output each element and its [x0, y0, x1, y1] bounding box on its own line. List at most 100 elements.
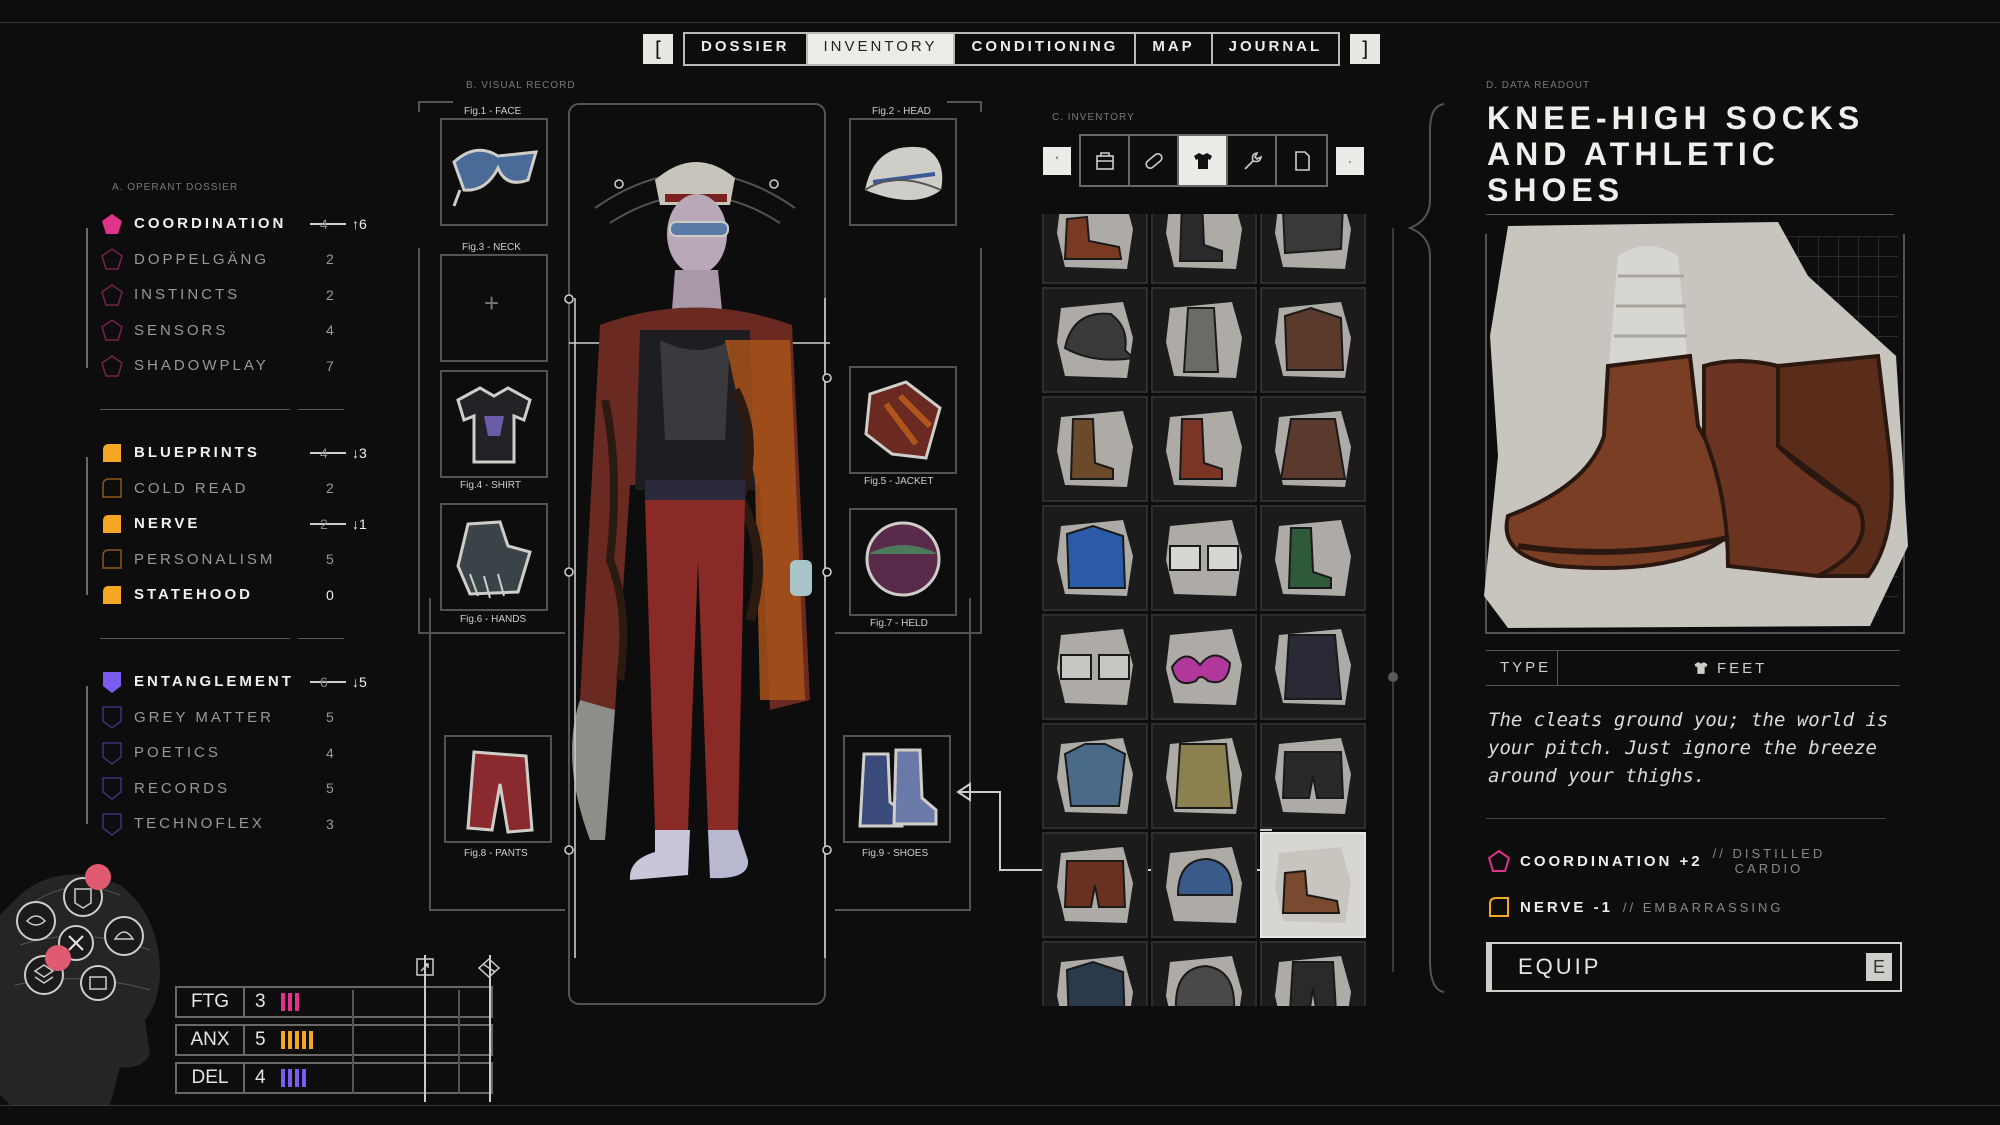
shorts-icon [1057, 847, 1133, 923]
inventory-item[interactable] [1151, 723, 1257, 829]
leaf-outline-icon [100, 476, 124, 500]
inventory-item[interactable] [1260, 614, 1366, 720]
inventory-item[interactable] [1151, 614, 1257, 720]
changed-value: ↓1 [352, 515, 367, 532]
skill-doppelgang[interactable]: DOPPELGÄNG 2 [98, 242, 388, 278]
radial-button-left[interactable] [16, 901, 56, 941]
gloves-icon [456, 520, 532, 599]
pentagon-outline-icon [100, 318, 124, 342]
skill-personalism[interactable]: PERSONALISM 5 [98, 542, 388, 578]
skill-blueprints[interactable]: BLUEPRINTS 4 ↓3 [98, 435, 388, 471]
skill-technoflex[interactable]: TECHNOFLEX 3 [98, 806, 388, 842]
skill-cold-read[interactable]: COLD READ 2 [98, 471, 388, 507]
inventory-item[interactable] [1042, 287, 1148, 393]
tab-journal[interactable]: JOURNAL [1213, 34, 1339, 64]
skill-shadowplay[interactable]: SHADOWPLAY 7 [98, 348, 388, 384]
stat-bar-segment [281, 1069, 285, 1087]
old-value: 4 [320, 444, 328, 461]
skill-poetics[interactable]: POETICS 4 [98, 735, 388, 771]
studded-icon [1275, 214, 1351, 269]
inventory-scrollbar-thumb[interactable] [1388, 672, 1398, 682]
bottom-frame-line [0, 1105, 2000, 1106]
shoes-icon [1057, 214, 1133, 269]
inventory-item[interactable] [1042, 614, 1148, 720]
radial-button-right[interactable] [104, 916, 144, 956]
inventory-item[interactable] [1042, 941, 1148, 1006]
skill-entanglement[interactable]: ENTANGLEMENT 6 ↓5 [98, 664, 388, 700]
skill-grey-matter[interactable]: GREY MATTER 5 [98, 700, 388, 736]
skill-name: INSTINCTS [134, 286, 241, 304]
equip-button[interactable]: EQUIP E [1486, 942, 1902, 992]
inventory-item[interactable] [1260, 505, 1366, 611]
inventory-item[interactable] [1151, 214, 1257, 284]
shield-outline-icon [100, 776, 124, 801]
tab-map[interactable]: MAP [1136, 34, 1213, 64]
inventory-item[interactable] [1151, 832, 1257, 938]
inventory-item[interactable] [1042, 396, 1148, 502]
inventory-item[interactable] [1260, 214, 1366, 284]
jacket-icon [864, 380, 942, 460]
inventory-item[interactable] [1151, 396, 1257, 502]
radial-button-bottom-right[interactable] [80, 965, 116, 1001]
cap-icon [864, 146, 943, 200]
effect-note-line: CARDIO [1734, 861, 1804, 876]
skill-name: RECORDS [134, 779, 231, 797]
effect-note-line: // DISTILLED [1712, 846, 1826, 861]
stat-bar-segment [288, 1031, 292, 1049]
notification-dot [85, 864, 111, 890]
item-title: KNEE-HIGH SOCKS AND ATHLETIC SHOES [1487, 100, 1907, 208]
shield-outline-icon [100, 812, 124, 836]
prev-category-key[interactable]: ' [1043, 146, 1071, 175]
tab-inventory[interactable]: INVENTORY [807, 34, 956, 64]
inventory-item[interactable] [1260, 396, 1366, 502]
skill-instincts[interactable]: INSTINCTS 2 [98, 277, 388, 313]
inventory-item[interactable] [1260, 832, 1366, 938]
inventory-item[interactable] [1151, 941, 1257, 1006]
inventory-item[interactable] [1042, 832, 1148, 938]
inventory-item[interactable] [1151, 287, 1257, 393]
jacket-icon [1275, 302, 1351, 378]
inventory-item[interactable] [1042, 505, 1148, 611]
tab-dossier[interactable]: DOSSIER [685, 34, 808, 64]
divider [100, 638, 290, 639]
skill-group-coordination: COORDINATION 4 ↑6 DOPPELGÄNG 2 INSTINCTS… [98, 206, 388, 384]
inventory-item[interactable] [1042, 214, 1148, 284]
skill-name: DOPPELGÄNG [134, 250, 270, 268]
stat-bar-segment [302, 1031, 306, 1049]
effect-nerve: NERVE -1 // EMBARRASSING [1488, 896, 1784, 918]
leaf-outline-icon [1489, 897, 1509, 917]
nav-prev-bracket-button[interactable]: [ [643, 34, 673, 64]
shield-filled-icon [100, 670, 124, 694]
pill-icon[interactable] [1130, 136, 1179, 185]
skill-nerve[interactable]: NERVE 2 ↓1 [98, 506, 388, 542]
skill-statehood[interactable]: STATEHOOD 0 [98, 577, 388, 613]
strikethrough-line [310, 452, 346, 454]
document-icon[interactable] [1277, 136, 1326, 185]
tree-connector [86, 228, 88, 368]
stat-bars [281, 1069, 306, 1087]
hat-icon [1166, 847, 1242, 923]
skill-coordination[interactable]: COORDINATION 4 ↑6 [98, 206, 388, 242]
inventory-item[interactable] [1260, 941, 1366, 1006]
inventory-item[interactable] [1042, 723, 1148, 829]
item-title-line: SHOES [1487, 172, 1625, 208]
inventory-scrollbar-track[interactable] [1392, 228, 1394, 972]
wrench-icon[interactable] [1228, 136, 1277, 185]
skill-sensors[interactable]: SENSORS 4 [98, 313, 388, 349]
bag-icon[interactable] [1081, 136, 1130, 185]
leaf-filled-icon [100, 512, 124, 536]
old-value: 2 [320, 515, 328, 532]
inventory-item[interactable] [1260, 723, 1366, 829]
tshirt-icon [1694, 662, 1708, 674]
nav-next-bracket-button[interactable]: ] [1350, 34, 1381, 64]
inventory-item[interactable] [1151, 505, 1257, 611]
inventory-item[interactable] [1260, 287, 1366, 393]
tab-conditioning[interactable]: CONDITIONING [955, 34, 1137, 64]
slot-caption: Fig.6 - HANDS [460, 614, 527, 625]
skill-records[interactable]: RECORDS 5 [98, 771, 388, 807]
effect-coordination: COORDINATION +2 // DISTILLED CARDIO [1488, 846, 1825, 876]
tshirt-icon[interactable] [1179, 136, 1228, 185]
next-category-key[interactable]: · [1336, 146, 1364, 175]
skill-group-entanglement: ENTANGLEMENT 6 ↓5 GREY MATTER 5 POETICS … [98, 664, 388, 842]
stat-anx: ANX 5 [175, 1024, 493, 1056]
